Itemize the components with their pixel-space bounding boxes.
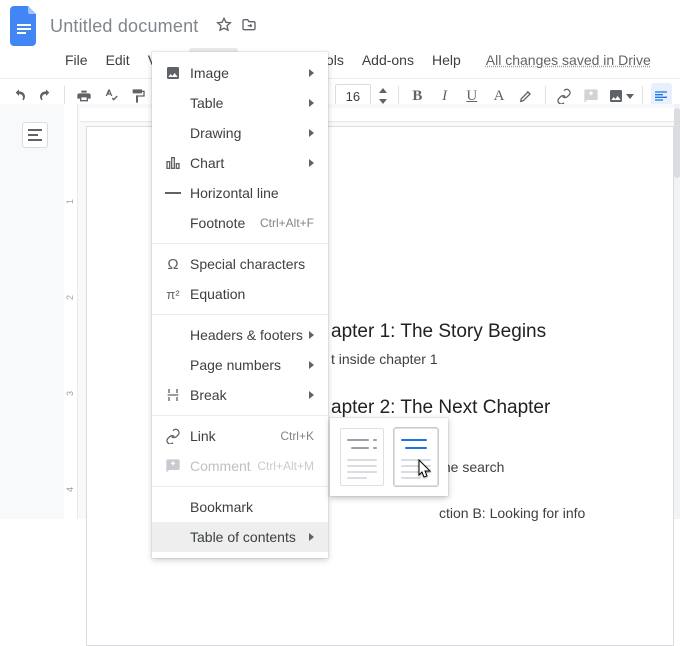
move-to-folder-icon[interactable] <box>240 17 258 36</box>
image-icon <box>162 65 184 81</box>
toc-option-with-links[interactable] <box>394 428 438 486</box>
menu-edit[interactable]: Edit <box>99 48 137 72</box>
menuitem-page-numbers[interactable]: Page numbers <box>152 350 328 380</box>
link-icon <box>162 428 184 444</box>
mouse-cursor-icon <box>417 459 433 482</box>
menu-file[interactable]: File <box>58 48 95 72</box>
heading-1: apter 1: The Story Begins <box>331 321 633 343</box>
menu-bar: File Edit View Insert Format Tools Add-o… <box>0 46 680 78</box>
pi-icon: π² <box>162 287 184 302</box>
submenu-arrow-icon <box>309 391 314 399</box>
horizontal-line-icon <box>162 191 184 195</box>
menu-help[interactable]: Help <box>425 48 468 72</box>
toc-option-with-numbers[interactable] <box>340 428 384 486</box>
comment-icon <box>162 458 184 474</box>
page-break-icon <box>162 387 184 403</box>
menuitem-horizontal-line[interactable]: Horizontal line <box>152 178 328 208</box>
menuitem-table-of-contents[interactable]: Table of contents <box>152 522 328 552</box>
submenu-arrow-icon <box>309 129 314 137</box>
menu-addons[interactable]: Add-ons <box>355 48 421 72</box>
menuitem-break[interactable]: Break <box>152 380 328 410</box>
docs-logo-icon[interactable] <box>10 6 40 46</box>
insert-menu-dropdown: Image Table Drawing Chart Horizontal lin… <box>152 52 328 558</box>
title-bar: Untitled document <box>0 0 680 46</box>
menuitem-headers-footers[interactable]: Headers & footers <box>152 320 328 350</box>
menuitem-table[interactable]: Table <box>152 88 328 118</box>
heading-2: apter 2: The Next Chapter <box>331 397 633 419</box>
menuitem-chart[interactable]: Chart <box>152 148 328 178</box>
menuitem-drawing[interactable]: Drawing <box>152 118 328 148</box>
submenu-arrow-icon <box>309 533 314 541</box>
vertical-scrollbar[interactable] <box>674 104 680 519</box>
menuitem-bookmark[interactable]: Bookmark <box>152 492 328 522</box>
submenu-arrow-icon <box>309 361 314 369</box>
paragraph-2a: the search <box>439 459 633 475</box>
menuitem-link[interactable]: LinkCtrl+K <box>152 421 328 451</box>
menuitem-comment: CommentCtrl+Alt+M <box>152 451 328 481</box>
menuitem-footnote[interactable]: FootnoteCtrl+Alt+F <box>152 208 328 238</box>
vertical-ruler: 1 2 3 4 <box>64 104 78 519</box>
menuitem-equation[interactable]: π² Equation <box>152 279 328 309</box>
omega-icon: Ω <box>162 256 184 273</box>
menuitem-image[interactable]: Image <box>152 58 328 88</box>
document-title[interactable]: Untitled document <box>50 16 198 37</box>
star-icon[interactable] <box>216 17 232 36</box>
chart-icon <box>162 155 184 171</box>
menuitem-special-characters[interactable]: Ω Special characters <box>152 249 328 279</box>
submenu-arrow-icon <box>309 69 314 77</box>
submenu-arrow-icon <box>309 159 314 167</box>
paragraph-1: t inside chapter 1 <box>331 351 633 367</box>
submenu-arrow-icon <box>309 99 314 107</box>
toc-submenu <box>330 418 448 496</box>
submenu-arrow-icon <box>309 331 314 339</box>
save-status[interactable]: All changes saved in Drive <box>486 52 651 68</box>
document-outline-icon[interactable] <box>22 122 48 148</box>
